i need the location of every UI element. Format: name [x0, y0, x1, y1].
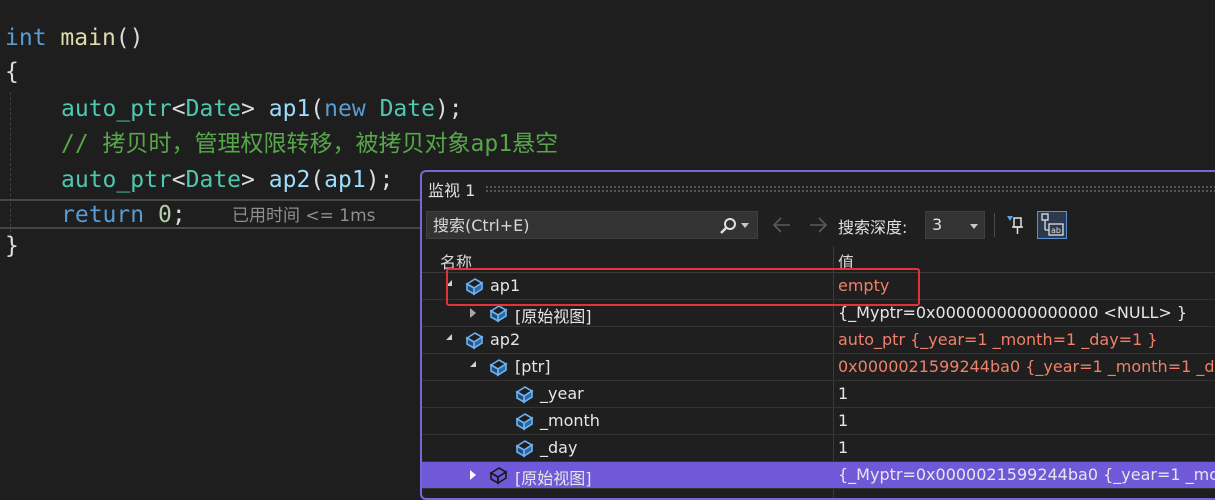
code-paren-close: ); [365, 167, 394, 193]
annotation-highlight-box [446, 268, 920, 306]
watch-title: 监视 1 [428, 181, 476, 200]
code-parens: () [115, 25, 144, 51]
code-number: 0 [157, 202, 172, 228]
expand-triangle-closed-icon[interactable] [470, 308, 476, 318]
row-name: _year [540, 384, 584, 403]
code-type: Date [379, 96, 435, 122]
row-value[interactable]: 1 [838, 438, 848, 457]
code-keyword: int [5, 25, 47, 51]
row-name: ap2 [490, 330, 521, 349]
search-input[interactable] [433, 214, 703, 236]
code-angle-open: < [171, 96, 186, 122]
code-angle-close: > [241, 167, 255, 193]
search-box[interactable] [426, 211, 758, 239]
watch-titlebar[interactable]: 监视 1 [422, 172, 1215, 206]
field-cube-icon [515, 440, 534, 458]
code-function: main [60, 25, 116, 51]
row-value[interactable]: {_Myptr=0x0000021599244ba0 {_year=1 _mon… [838, 465, 1215, 484]
watch-row[interactable]: [ptr] 0x0000021599244ba0 {_year=1 _month… [422, 354, 1215, 381]
expand-triangle-closed-icon[interactable] [470, 470, 476, 480]
code-type: Date [185, 96, 242, 122]
code-keyword: return [61, 202, 145, 228]
field-cube-icon [515, 413, 534, 431]
row-name: _month [540, 411, 600, 430]
row-value[interactable]: auto_ptr {_year=1 _month=1 _day=1 } [838, 330, 1158, 349]
code-brace-open: { [5, 59, 19, 85]
watch-toolbar: 搜索深度: 3 ab [422, 208, 1215, 242]
code-brace-close: } [5, 233, 19, 259]
drag-grip[interactable] [485, 185, 1215, 193]
code-variable: ap2 [268, 167, 311, 193]
watch-row[interactable]: _day 1 [422, 435, 1215, 462]
toolbar-divider [994, 213, 995, 237]
row-name: _day [540, 438, 578, 457]
object-cube-icon [465, 332, 484, 350]
object-cube-icon [489, 305, 508, 323]
search-depth-label: 搜索深度: [838, 218, 908, 237]
code-line-3[interactable]: auto_ptr<Date> ap1(new Date); [61, 92, 463, 126]
code-paren: ( [310, 96, 325, 122]
row-name: [ptr] [515, 357, 551, 376]
code-comment[interactable]: // 拷贝时，管理权限转移，被拷贝对象ap1悬空 [61, 127, 558, 161]
code-line-5[interactable]: auto_ptr<Date> ap2(ap1); [61, 163, 393, 197]
pin-icon[interactable] [1005, 213, 1029, 237]
code-line-1[interactable]: int main() [5, 21, 144, 55]
object-cube-icon [489, 359, 508, 377]
code-paren-close: ); [434, 96, 463, 122]
object-cube-icon [489, 467, 508, 485]
expand-triangle-open-icon[interactable] [446, 334, 452, 340]
expand-triangle-open-icon[interactable] [470, 361, 476, 367]
field-cube-icon [515, 386, 534, 404]
row-value[interactable]: 1 [838, 384, 848, 403]
search-options-chevron-icon[interactable] [741, 223, 749, 228]
code-type: Date [185, 167, 242, 193]
row-name: [原始视图] [515, 307, 592, 326]
chevron-down-icon [970, 224, 978, 229]
watch-row-selected[interactable]: [原始视图] {_Myptr=0x0000021599244ba0 {_year… [422, 462, 1215, 489]
code-paren: ( [310, 167, 325, 193]
watch-window: 监视 1 搜索深度: 3 [420, 170, 1215, 500]
code-angle-open: < [171, 167, 186, 193]
watch-row[interactable]: ap2 auto_ptr {_year=1 _month=1 _day=1 } [422, 327, 1215, 354]
search-depth-select[interactable]: 3 [925, 211, 985, 239]
code-argument: ap1 [324, 167, 366, 193]
code-angle-close: > [241, 96, 255, 122]
svg-text:ab: ab [1051, 226, 1061, 235]
search-icon[interactable] [717, 216, 739, 236]
search-depth-value: 3 [932, 215, 943, 234]
watch-row[interactable]: _month 1 [422, 408, 1215, 435]
code-line-2[interactable]: { [5, 55, 19, 89]
code-line-7[interactable]: } [5, 229, 19, 263]
search-previous-arrow-icon[interactable] [770, 213, 794, 237]
row-name: [原始视图] [515, 469, 592, 488]
row-value[interactable]: 0x0000021599244ba0 {_year=1 _month=1 _da… [838, 357, 1215, 376]
watch-row[interactable]: _year 1 [422, 381, 1215, 408]
row-value[interactable]: 1 [838, 411, 848, 430]
code-keyword: new [324, 96, 366, 122]
code-line-6[interactable]: return 0; [61, 198, 186, 232]
elapsed-time-hint: 已用时间 <= 1ms [232, 206, 376, 226]
hex-display-toggle[interactable]: ab [1037, 211, 1067, 239]
code-variable: ap1 [268, 96, 311, 122]
search-next-arrow-icon[interactable] [806, 213, 830, 237]
code-type: auto_ptr [61, 96, 172, 122]
hex-ab-icon: ab [1041, 213, 1064, 236]
code-type: auto_ptr [61, 167, 172, 193]
code-semicolon: ; [171, 202, 186, 228]
